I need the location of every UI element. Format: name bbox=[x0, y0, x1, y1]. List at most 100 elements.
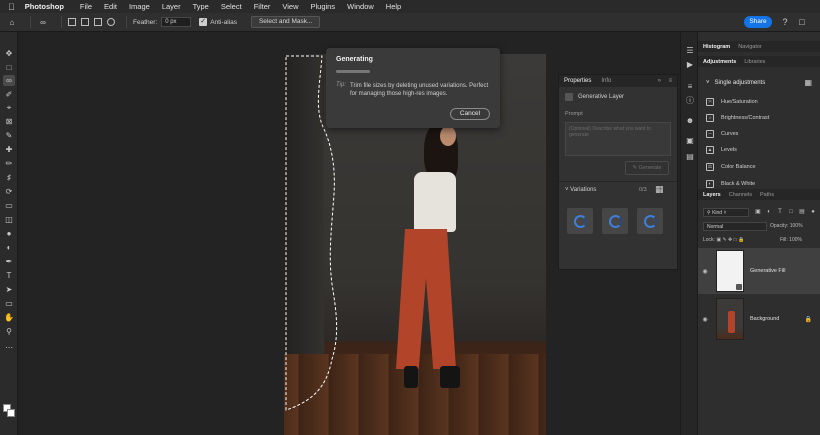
generate-button[interactable]: ✎ Generate bbox=[625, 161, 669, 175]
lasso-tool-icon[interactable]: ∞ bbox=[3, 75, 15, 86]
move-tool-icon[interactable]: ✥ bbox=[3, 48, 15, 59]
lock-controls[interactable]: Lock: ▣ ✎ ✥ □ 🔒 bbox=[703, 236, 744, 245]
layer-row-background[interactable]: ◉ Background 🔒 bbox=[698, 296, 820, 342]
pen-tool-icon[interactable]: ✒ bbox=[3, 256, 15, 267]
panel-menu-icon[interactable]: ≡ bbox=[668, 75, 672, 87]
antialias-checkbox[interactable]: ✓ bbox=[199, 18, 208, 26]
adjustment-brightness-contrast[interactable]: ☼ Brightness/Contrast bbox=[706, 114, 769, 122]
adjustment-curves[interactable]: ∽ Curves bbox=[706, 130, 738, 138]
adjustment-levels[interactable]: ▲ Levels bbox=[706, 146, 737, 154]
variation-tile[interactable] bbox=[567, 208, 593, 234]
lasso-tool-preset-icon[interactable]: ∞ bbox=[37, 16, 49, 28]
share-button[interactable]: Share bbox=[744, 16, 772, 28]
tab-channels[interactable]: Channels bbox=[729, 192, 752, 198]
cancel-button[interactable]: Cancel bbox=[450, 108, 490, 120]
marquee-tool-icon[interactable]: □ bbox=[3, 62, 15, 73]
libraries-panel-icon[interactable]: ▣ bbox=[684, 136, 696, 146]
variation-tile[interactable] bbox=[637, 208, 663, 234]
adjustment-hue-saturation[interactable]: ≍ Hue/Saturation bbox=[706, 98, 758, 106]
menu-edit[interactable]: Edit bbox=[104, 2, 117, 11]
history-panel-icon[interactable]: ☰ bbox=[684, 46, 696, 56]
variations-label[interactable]: ˅ Variations bbox=[565, 187, 596, 193]
menu-select[interactable]: Select bbox=[221, 2, 242, 11]
history-brush-tool-icon[interactable]: ⟳ bbox=[3, 186, 15, 197]
tab-properties[interactable]: Properties bbox=[564, 78, 591, 84]
menu-window[interactable]: Window bbox=[347, 2, 374, 11]
grid-view-icon[interactable]: ▦ bbox=[804, 78, 812, 87]
menu-file[interactable]: File bbox=[80, 2, 92, 11]
collapse-icon[interactable]: » bbox=[658, 75, 661, 87]
subtract-from-selection-icon[interactable] bbox=[94, 18, 102, 26]
hand-tool-icon[interactable]: ✋ bbox=[3, 312, 15, 323]
foreground-background-color-icon[interactable] bbox=[3, 404, 15, 420]
more-tools-icon[interactable]: ⋯ bbox=[3, 342, 15, 353]
info-panel-icon[interactable]: ⓘ bbox=[684, 96, 696, 106]
layer-row-generative-fill[interactable]: ◉ Generative Fill bbox=[698, 248, 820, 294]
tab-info[interactable]: Info bbox=[601, 78, 611, 84]
adjustment-color-balance[interactable]: ⚖ Color Balance bbox=[706, 163, 756, 171]
workspace-icon[interactable]: □ bbox=[796, 16, 808, 28]
tools-panel: ✥ □ ∞ ✐ ⌖ ⊠ ✎ ✚ ✏ ♯ ⟳ ▭ ◫ ● ◐ ✒ T ➤ ▭ ✋ … bbox=[0, 32, 18, 435]
clone-stamp-tool-icon[interactable]: ♯ bbox=[3, 172, 15, 183]
gradient-tool-icon[interactable]: ◫ bbox=[3, 214, 15, 225]
smart-object-filter-icon[interactable]: ▤ bbox=[798, 208, 806, 217]
eyedropper-tool-icon[interactable]: ✎ bbox=[3, 130, 15, 141]
tab-libraries[interactable]: Libraries bbox=[744, 59, 765, 65]
feather-input[interactable]: 0 px bbox=[161, 17, 192, 27]
tab-layers[interactable]: Layers bbox=[703, 192, 721, 198]
fill-control[interactable]: Fill: 100% bbox=[780, 236, 802, 245]
menu-layer[interactable]: Layer bbox=[162, 2, 181, 11]
opacity-control[interactable]: Opacity: 100% bbox=[770, 222, 803, 231]
path-selection-tool-icon[interactable]: ➤ bbox=[3, 284, 15, 295]
type-tool-icon[interactable]: T bbox=[3, 270, 15, 281]
pixel-filter-icon[interactable]: ▣ bbox=[754, 208, 762, 217]
app-name-menu[interactable]: Photoshop bbox=[25, 2, 64, 11]
select-and-mask-button[interactable]: Select and Mask... bbox=[250, 16, 321, 28]
model-face bbox=[440, 126, 456, 146]
shape-filter-icon[interactable]: □ bbox=[787, 208, 795, 217]
menu-image[interactable]: Image bbox=[129, 2, 150, 11]
brush-tool-icon[interactable]: ✏ bbox=[3, 158, 15, 169]
menu-type[interactable]: Type bbox=[193, 2, 209, 11]
object-selection-tool-icon[interactable]: ✐ bbox=[3, 89, 15, 100]
tab-adjustments[interactable]: Adjustments bbox=[703, 59, 736, 65]
adjustment-filter-icon[interactable]: ◐ bbox=[765, 208, 773, 217]
tab-navigator[interactable]: Navigator bbox=[738, 44, 762, 50]
type-filter-icon[interactable]: T bbox=[776, 208, 784, 217]
adjustment-black-white[interactable]: ◐ Black & White bbox=[706, 180, 755, 188]
visibility-eye-icon[interactable]: ◉ bbox=[698, 268, 712, 275]
blend-mode-select[interactable]: Normal bbox=[703, 222, 767, 231]
frame-tool-icon[interactable]: ⊠ bbox=[3, 116, 15, 127]
single-adjustments-header[interactable]: ˅ Single adjustments bbox=[706, 80, 765, 86]
paragraph-panel-icon[interactable]: ≡ bbox=[684, 82, 696, 92]
visibility-eye-icon[interactable]: ◉ bbox=[698, 316, 712, 323]
menu-filter[interactable]: Filter bbox=[254, 2, 271, 11]
menu-plugins[interactable]: Plugins bbox=[311, 2, 336, 11]
dodge-tool-icon[interactable]: ◐ bbox=[3, 242, 15, 253]
tab-histogram[interactable]: Histogram bbox=[703, 44, 730, 50]
intersect-selection-icon[interactable] bbox=[107, 18, 115, 26]
opacity-label: Opacity: bbox=[770, 223, 789, 229]
prompt-input[interactable]: (Optional) Describe what you want to gen… bbox=[565, 122, 671, 156]
apple-icon[interactable]:  bbox=[8, 2, 15, 12]
filter-toggle-icon[interactable]: ● bbox=[809, 208, 817, 217]
add-to-selection-icon[interactable] bbox=[81, 18, 89, 26]
shape-tool-icon[interactable]: ▭ bbox=[3, 298, 15, 309]
actions-panel-icon[interactable]: ▶ bbox=[684, 60, 696, 70]
crop-tool-icon[interactable]: ⌖ bbox=[3, 102, 15, 113]
eraser-tool-icon[interactable]: ▭ bbox=[3, 200, 15, 211]
help-icon[interactable]: ? bbox=[779, 16, 791, 28]
variation-tile[interactable] bbox=[602, 208, 628, 234]
new-selection-icon[interactable] bbox=[68, 18, 76, 26]
menu-view[interactable]: View bbox=[282, 2, 298, 11]
home-icon[interactable]: ⌂ bbox=[6, 16, 18, 28]
healing-brush-tool-icon[interactable]: ✚ bbox=[3, 144, 15, 155]
layer-kind-filter[interactable]: ⚲ Kind ˅ bbox=[703, 208, 749, 217]
zoom-tool-icon[interactable]: ⚲ bbox=[3, 326, 15, 337]
menu-help[interactable]: Help bbox=[386, 2, 401, 11]
notes-panel-icon[interactable]: ▤ bbox=[684, 152, 696, 162]
blur-tool-icon[interactable]: ● bbox=[3, 228, 15, 239]
people-panel-icon[interactable]: ☻ bbox=[684, 116, 696, 126]
grid-view-icon[interactable]: ▦ bbox=[655, 185, 664, 194]
tab-paths[interactable]: Paths bbox=[760, 192, 774, 198]
